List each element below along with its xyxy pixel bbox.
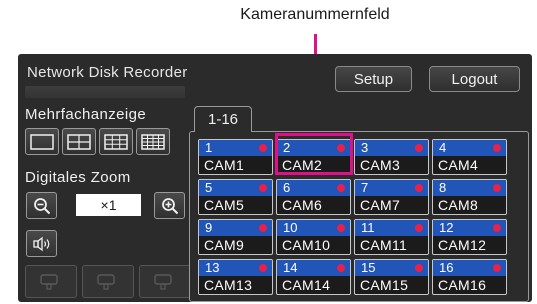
- camera-tile[interactable]: 7 CAM7: [354, 179, 429, 215]
- camera-tile[interactable]: 10 CAM10: [276, 219, 351, 255]
- camera-name: CAM7: [360, 197, 401, 213]
- camera-name: CAM6: [282, 197, 323, 213]
- camera-panel: 1 CAM1 2 CAM2 3 CAM3 4 CAM4 5 CAM5 6 CAM6 7 CAM7 8 CAM8…: [189, 131, 529, 302]
- camera-tile[interactable]: 15 CAM15: [354, 259, 429, 295]
- camera-tile[interactable]: 16 CAM16: [432, 259, 507, 295]
- layout-16-button[interactable]: [136, 128, 170, 155]
- callout-label: Kameranummernfeld: [240, 6, 390, 23]
- status-dot-icon: [259, 224, 267, 232]
- zoom-title: Digitales Zoom: [25, 169, 131, 186]
- status-dot-icon: [415, 184, 423, 192]
- status-dot-icon: [337, 224, 345, 232]
- setup-button[interactable]: Setup: [335, 66, 412, 92]
- camera-name: CAM8: [438, 197, 479, 213]
- camera-tile[interactable]: 6 CAM6: [276, 179, 351, 215]
- camera-name: CAM4: [438, 157, 479, 173]
- layout-4-button[interactable]: [62, 128, 96, 155]
- camera-name: CAM11: [360, 237, 408, 253]
- recorder-screen: Network Disk Recorder Setup Logout Mehrf…: [18, 54, 532, 302]
- camera-tile[interactable]: 1 CAM1: [198, 139, 273, 175]
- camera-tile[interactable]: 4 CAM4: [432, 139, 507, 175]
- camera-tile[interactable]: 8 CAM8: [432, 179, 507, 215]
- camera-name: CAM15: [360, 277, 409, 293]
- ptz-button-3: [139, 265, 191, 298]
- logout-button[interactable]: Logout: [429, 66, 520, 92]
- camera-tile[interactable]: 9 CAM9: [198, 219, 273, 255]
- camera-name: CAM14: [282, 277, 331, 293]
- speaker-icon: [32, 236, 49, 251]
- camera-tile[interactable]: 14 CAM14: [276, 259, 351, 295]
- multiscreen-title: Mehrfachanzeige: [25, 106, 147, 123]
- nine-screen-icon: [104, 133, 128, 150]
- zoom-in-button[interactable]: [154, 192, 185, 219]
- layout-9-button[interactable]: [99, 128, 133, 155]
- camera-name: CAM16: [438, 277, 487, 293]
- camera-name: CAM13: [204, 277, 253, 293]
- zoom-in-icon: [161, 197, 178, 214]
- camera-tile[interactable]: 12 CAM12: [432, 219, 507, 255]
- status-dot-icon: [493, 264, 501, 272]
- camera-control-icon: [154, 273, 172, 290]
- app-title-underbar: [25, 86, 185, 98]
- camera-control-icon: [40, 273, 58, 290]
- sixteen-screen-icon: [141, 133, 165, 150]
- callout-highlight-box: [275, 133, 353, 175]
- status-dot-icon: [493, 224, 501, 232]
- quad-screen-icon: [67, 133, 91, 150]
- camera-control-icon: [97, 273, 115, 290]
- camera-name: CAM5: [204, 197, 245, 213]
- ptz-button-1: [25, 265, 77, 298]
- camera-tile[interactable]: 3 CAM3: [354, 139, 429, 175]
- status-dot-icon: [493, 184, 501, 192]
- camera-name: CAM1: [204, 157, 245, 173]
- status-dot-icon: [259, 264, 267, 272]
- camera-name: CAM12: [438, 237, 487, 253]
- camera-name: CAM9: [204, 237, 245, 253]
- single-screen-icon: [30, 133, 54, 150]
- status-dot-icon: [259, 144, 267, 152]
- zoom-level-display: ×1: [76, 194, 141, 216]
- zoom-out-button[interactable]: [26, 192, 57, 219]
- status-dot-icon: [337, 184, 345, 192]
- status-dot-icon: [493, 144, 501, 152]
- camera-tile[interactable]: 13 CAM13: [198, 259, 273, 295]
- zoom-out-icon: [33, 197, 50, 214]
- ptz-button-2: [82, 265, 134, 298]
- camera-tile[interactable]: 11 CAM11: [354, 219, 429, 255]
- camera-name: CAM10: [282, 237, 331, 253]
- camera-tile[interactable]: 5 CAM5: [198, 179, 273, 215]
- status-dot-icon: [337, 264, 345, 272]
- status-dot-icon: [415, 224, 423, 232]
- status-dot-icon: [259, 184, 267, 192]
- camera-name: CAM3: [360, 157, 401, 173]
- tab-1-16[interactable]: 1-16: [194, 106, 252, 132]
- layout-1-button[interactable]: [25, 128, 59, 155]
- app-title: Network Disk Recorder: [27, 64, 188, 81]
- audio-button[interactable]: [26, 230, 57, 257]
- status-dot-icon: [415, 264, 423, 272]
- status-dot-icon: [415, 144, 423, 152]
